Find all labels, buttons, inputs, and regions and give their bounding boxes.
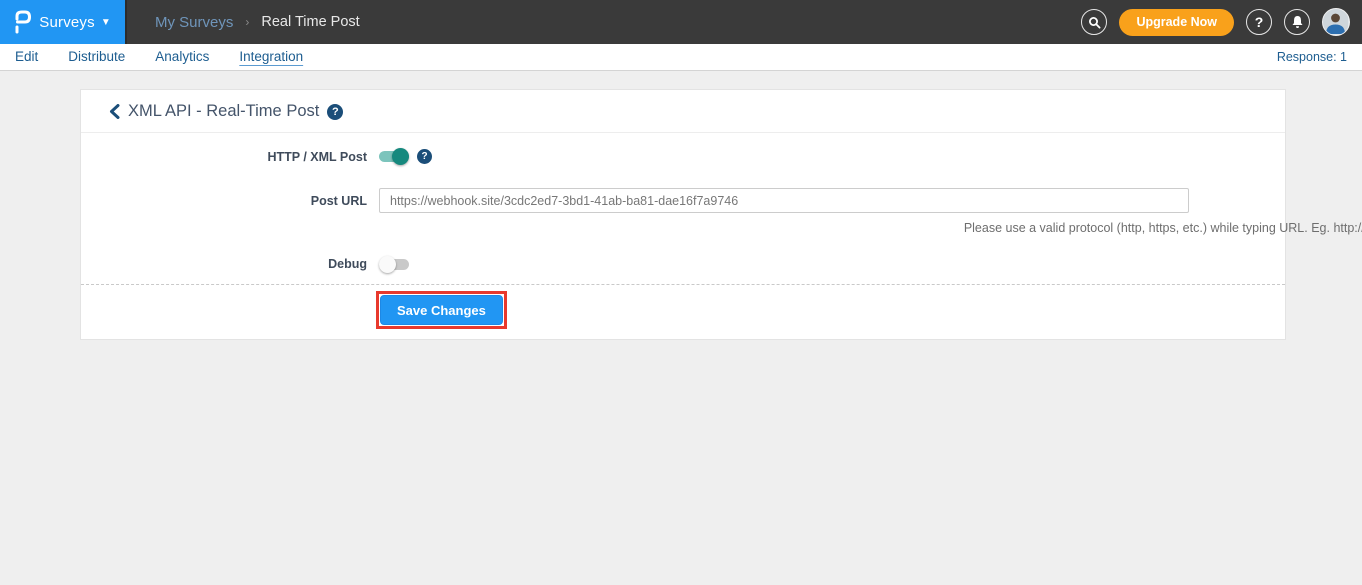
debug-toggle[interactable] xyxy=(379,258,409,271)
url-hint-text: Please use a valid protocol (http, https… xyxy=(379,221,1362,235)
save-changes-button[interactable]: Save Changes xyxy=(380,295,503,325)
main-content: XML API - Real-Time Post ? HTTP / XML Po… xyxy=(0,89,1362,340)
chevron-down-icon: ▼ xyxy=(101,17,111,28)
question-mark-icon: ? xyxy=(1255,14,1264,30)
http-xml-post-help-icon[interactable]: ? xyxy=(417,149,432,164)
bell-icon xyxy=(1291,15,1304,29)
http-xml-post-toggle[interactable] xyxy=(379,150,409,163)
search-button[interactable] xyxy=(1081,9,1107,35)
help-button[interactable]: ? xyxy=(1246,9,1272,35)
chevron-left-icon xyxy=(109,104,120,119)
xml-api-card: XML API - Real-Time Post ? HTTP / XML Po… xyxy=(80,89,1286,340)
annotation-highlight-box: Save Changes xyxy=(376,291,507,329)
debug-row: Debug xyxy=(81,257,1285,271)
upgrade-now-button[interactable]: Upgrade Now xyxy=(1119,9,1234,36)
app-logo-menu[interactable]: Surveys ▼ xyxy=(0,0,127,44)
survey-subnav: Edit Distribute Analytics Integration Re… xyxy=(0,44,1362,71)
response-count: Response: 1 xyxy=(1277,50,1347,64)
post-url-input[interactable] xyxy=(379,188,1189,213)
avatar-image xyxy=(1323,9,1348,34)
breadcrumb-my-surveys[interactable]: My Surveys xyxy=(155,14,233,31)
url-hint-row: Please use a valid protocol (http, https… xyxy=(81,213,1285,235)
topbar-actions: Upgrade Now ? xyxy=(1081,8,1362,36)
debug-label: Debug xyxy=(81,257,367,271)
user-avatar[interactable] xyxy=(1322,8,1350,36)
search-icon xyxy=(1088,16,1101,29)
integration-form: HTTP / XML Post ? Post URL xyxy=(81,133,1285,339)
page-title: XML API - Real-Time Post xyxy=(128,102,319,121)
toggle-knob xyxy=(392,148,409,165)
breadcrumb-separator-icon: › xyxy=(245,15,249,29)
tab-integration[interactable]: Integration xyxy=(239,49,303,66)
logo-label: Surveys xyxy=(39,14,95,31)
card-footer: Save Changes xyxy=(81,285,1285,339)
top-header: Surveys ▼ My Surveys › Real Time Post Up… xyxy=(0,0,1362,44)
questionpro-logo-icon xyxy=(14,10,31,34)
tab-analytics[interactable]: Analytics xyxy=(155,49,209,66)
http-xml-post-label: HTTP / XML Post xyxy=(81,150,367,164)
tab-distribute[interactable]: Distribute xyxy=(68,49,125,66)
back-button[interactable] xyxy=(109,104,120,119)
tab-edit[interactable]: Edit xyxy=(15,49,38,66)
toggle-knob xyxy=(379,256,396,273)
notifications-button[interactable] xyxy=(1284,9,1310,35)
title-help-icon[interactable]: ? xyxy=(327,104,343,120)
post-url-row: Post URL xyxy=(81,188,1285,213)
card-title-row: XML API - Real-Time Post ? xyxy=(81,90,1285,133)
breadcrumb: My Surveys › Real Time Post xyxy=(155,14,360,31)
http-xml-post-row: HTTP / XML Post ? xyxy=(81,149,1285,164)
post-url-label: Post URL xyxy=(81,194,367,208)
breadcrumb-current-survey: Real Time Post xyxy=(261,14,359,30)
